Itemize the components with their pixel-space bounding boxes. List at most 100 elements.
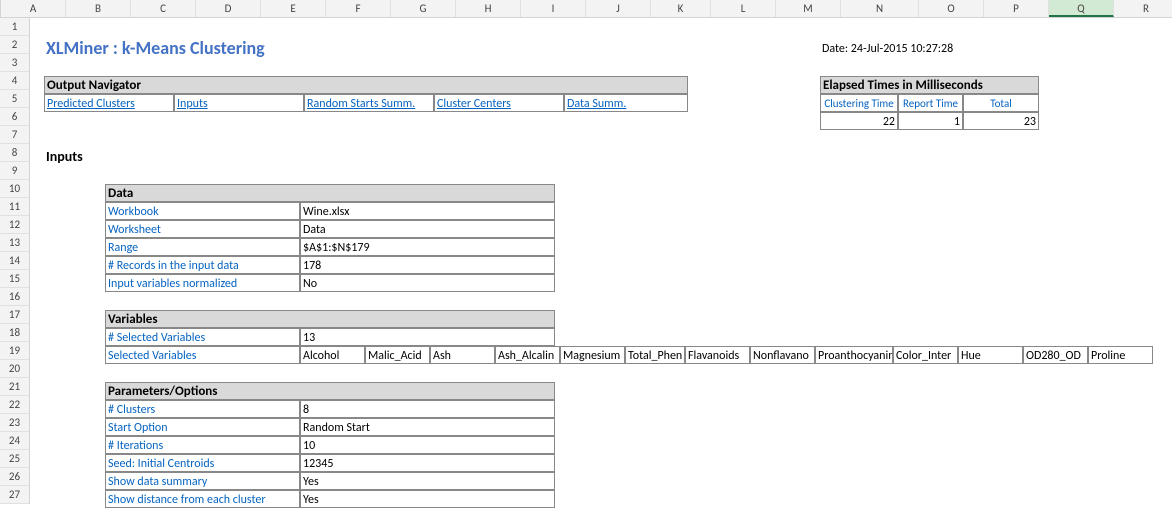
col-header-f[interactable]: F [326, 0, 391, 17]
col-header-b[interactable]: B [66, 0, 131, 17]
col-header-i[interactable]: I [521, 0, 586, 17]
selected-var-0: Alcohol [300, 346, 365, 364]
selected-var-8: Proanthocyanins [815, 346, 893, 364]
data-value-worksheet: Data [300, 220, 555, 238]
row-header-16[interactable]: 16 [0, 288, 29, 306]
elapsed-col-report: Report Time [898, 94, 963, 112]
data-label-worksheet: Worksheet [105, 220, 300, 238]
params-label-seed: Seed: Initial Centroids [105, 454, 300, 472]
output-navigator-header: Output Navigator [44, 76, 688, 94]
params-label-show-dist: Show distance from each cluster [105, 490, 300, 508]
col-header-e[interactable]: E [261, 0, 326, 17]
selected-var-1: Malic_Acid [365, 346, 430, 364]
row-header-9[interactable]: 9 [0, 162, 29, 180]
col-header-l[interactable]: L [711, 0, 776, 17]
column-headers: ABCDEFGHIJKLMNOPQR [0, 0, 1172, 18]
row-header-24[interactable]: 24 [0, 432, 29, 450]
row-header-19[interactable]: 19 [0, 342, 29, 360]
vars-count-label: # Selected Variables [105, 328, 300, 346]
params-label-show-summ: Show data summary [105, 472, 300, 490]
col-header-h[interactable]: H [456, 0, 521, 17]
col-header-g[interactable]: G [391, 0, 456, 17]
params-label-clusters: # Clusters [105, 400, 300, 418]
col-header-p[interactable]: P [984, 0, 1049, 17]
row-header-2[interactable]: 2 [0, 36, 29, 54]
elapsed-col-total: Total [963, 94, 1039, 112]
row-header-10[interactable]: 10 [0, 180, 29, 198]
elapsed-times-header: Elapsed Times in Milliseconds [820, 76, 1039, 94]
params-value-show-dist: Yes [300, 490, 555, 508]
row-header-15[interactable]: 15 [0, 270, 29, 288]
row-header-7[interactable]: 7 [0, 126, 29, 144]
col-header-q[interactable]: Q [1049, 0, 1114, 17]
selected-var-12: Proline [1088, 346, 1153, 364]
col-header-a[interactable]: A [1, 0, 66, 17]
row-header-5[interactable]: 5 [0, 90, 29, 108]
selected-var-11: OD280_OD [1023, 346, 1088, 364]
data-value-workbook: Wine.xlsx [300, 202, 555, 220]
selected-var-2: Ash [430, 346, 495, 364]
elapsed-val-report: 1 [898, 112, 963, 130]
row-header-6[interactable]: 6 [0, 108, 29, 126]
spreadsheet-content: XLMiner : k-Means Clustering Date: 24-Ju… [30, 18, 1172, 504]
link-random-starts-summ[interactable]: Random Starts Summ. [304, 94, 434, 112]
row-header-26[interactable]: 26 [0, 468, 29, 486]
col-header-c[interactable]: C [131, 0, 196, 17]
row-header-23[interactable]: 23 [0, 414, 29, 432]
row-header-18[interactable]: 18 [0, 324, 29, 342]
row-header-11[interactable]: 11 [0, 198, 29, 216]
data-label-workbook: Workbook [105, 202, 300, 220]
row-header-8[interactable]: 8 [0, 144, 29, 162]
row-header-20[interactable]: 20 [0, 360, 29, 378]
data-section-header: Data [105, 184, 555, 202]
row-header-22[interactable]: 22 [0, 396, 29, 414]
row-header-27[interactable]: 27 [0, 486, 29, 504]
selected-var-4: Magnesium [560, 346, 625, 364]
params-value-iter: 10 [300, 436, 555, 454]
row-header-12[interactable]: 12 [0, 216, 29, 234]
row-header-17[interactable]: 17 [0, 306, 29, 324]
link-inputs[interactable]: Inputs [174, 94, 304, 112]
col-header-d[interactable]: D [196, 0, 261, 17]
row-header-25[interactable]: 25 [0, 450, 29, 468]
page-title: XLMiner : k-Means Clustering [44, 36, 444, 60]
date-label: Date: 24-Jul-2015 10:27:28 [820, 40, 1120, 58]
params-section-header: Parameters/Options [105, 382, 555, 400]
link-predicted-clusters[interactable]: Predicted Clusters [44, 94, 174, 112]
row-header-21[interactable]: 21 [0, 378, 29, 396]
selected-var-9: Color_Inter [893, 346, 958, 364]
selected-var-5: Total_Phen [625, 346, 685, 364]
selected-var-10: Hue [958, 346, 1023, 364]
row-header-13[interactable]: 13 [0, 234, 29, 252]
elapsed-val-clustering: 22 [820, 112, 898, 130]
col-header-m[interactable]: M [776, 0, 841, 17]
params-value-seed: 12345 [300, 454, 555, 472]
params-value-show-summ: Yes [300, 472, 555, 490]
col-header-r[interactable]: R [1114, 0, 1172, 17]
col-header-n[interactable]: N [841, 0, 919, 17]
data-label-range: Range [105, 238, 300, 256]
row-header-14[interactable]: 14 [0, 252, 29, 270]
col-header-o[interactable]: O [919, 0, 984, 17]
data-label-records: # Records in the input data [105, 256, 300, 274]
elapsed-col-clustering: Clustering Time [820, 94, 898, 112]
selected-var-3: Ash_Alcalin [495, 346, 560, 364]
row-header-4[interactable]: 4 [0, 72, 29, 90]
vars-sel-label: Selected Variables [105, 346, 300, 364]
data-value-records: 178 [300, 256, 555, 274]
variables-section-header: Variables [105, 310, 555, 328]
data-value-range: $A$1:$N$179 [300, 238, 555, 256]
link-cluster-centers[interactable]: Cluster Centers [434, 94, 564, 112]
col-header-k[interactable]: K [651, 0, 711, 17]
params-label-start: Start Option [105, 418, 300, 436]
selected-var-6: Flavanoids [685, 346, 750, 364]
inputs-section-title: Inputs [44, 148, 144, 166]
vars-count-value: 13 [300, 328, 555, 346]
link-data-summ[interactable]: Data Summ. [564, 94, 688, 112]
selected-var-7: Nonflavano [750, 346, 815, 364]
col-header-j[interactable]: J [586, 0, 651, 17]
row-header-3[interactable]: 3 [0, 54, 29, 72]
elapsed-val-total: 23 [963, 112, 1039, 130]
params-value-clusters: 8 [300, 400, 555, 418]
row-header-1[interactable]: 1 [0, 18, 29, 36]
